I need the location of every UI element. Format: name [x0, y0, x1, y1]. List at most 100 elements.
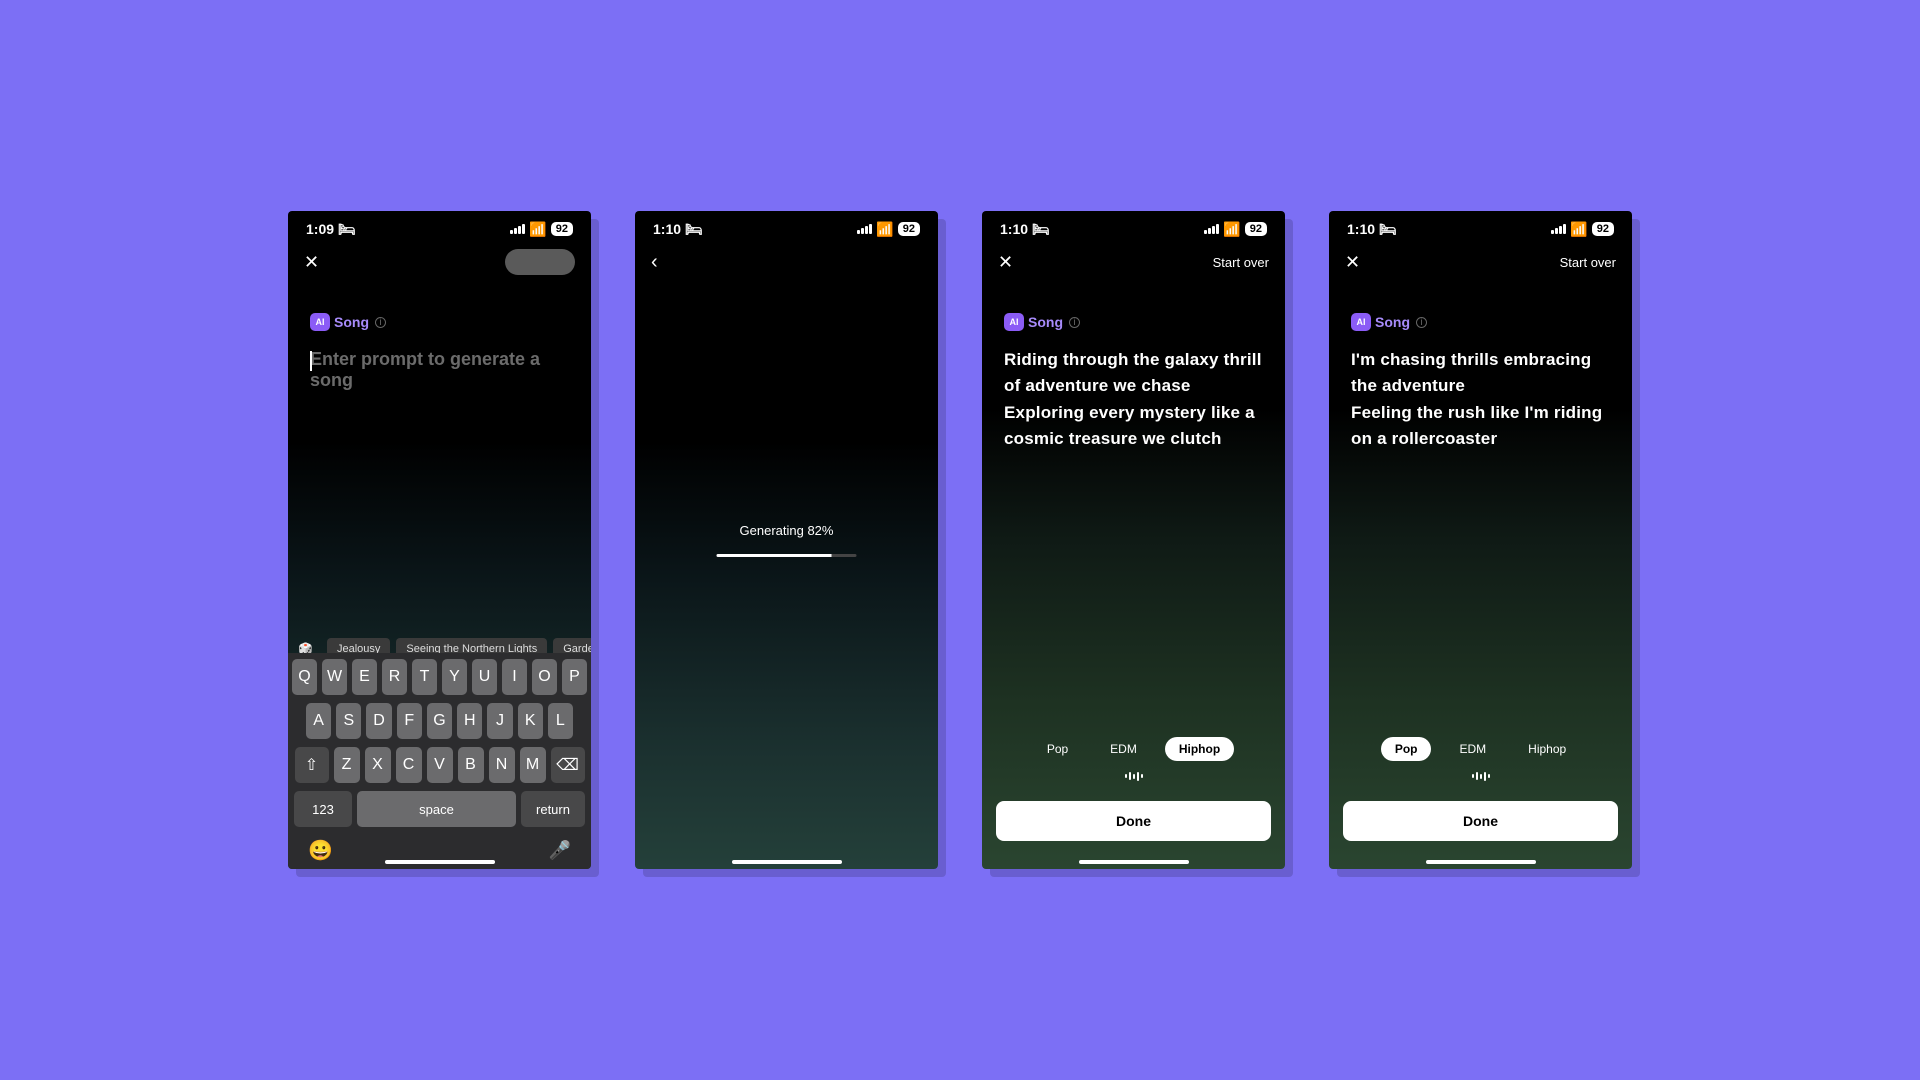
key-m[interactable]: M — [520, 747, 546, 783]
submit-button-disabled — [505, 249, 575, 275]
key-d[interactable]: D — [366, 703, 391, 739]
genre-selector: Pop EDM Hiphop — [982, 737, 1285, 781]
generating-label: Generating 82% — [635, 523, 938, 538]
ai-song-brand: AI Song i — [982, 313, 1285, 331]
info-icon[interactable]: i — [375, 317, 386, 328]
screen-prompt: 1:09🛏 📶 92 ✕ AI Song i Enter prompt to g… — [288, 211, 591, 869]
keyboard-row: ASDFGHJKL — [292, 703, 587, 739]
info-icon[interactable]: i — [1069, 317, 1080, 328]
key-z[interactable]: Z — [334, 747, 360, 783]
nav-bar: ‹ — [635, 241, 938, 283]
key-a[interactable]: A — [306, 703, 331, 739]
signal-icon — [1204, 224, 1219, 234]
shift-key[interactable]: ⇧ — [295, 747, 329, 783]
key-r[interactable]: R — [382, 659, 407, 695]
nav-bar: ✕ Start over — [1329, 241, 1632, 283]
battery-badge: 92 — [1592, 222, 1614, 236]
signal-icon — [857, 224, 872, 234]
home-indicator[interactable] — [1426, 860, 1536, 864]
screen-result-hiphop: 1:10🛏 📶 92 ✕ Start over AI Song i Riding… — [982, 211, 1285, 869]
clock-icon: 🛏 — [338, 221, 356, 238]
key-l[interactable]: L — [548, 703, 573, 739]
emoji-key[interactable]: 😀 — [308, 838, 333, 863]
progress-fill — [717, 554, 832, 557]
time: 1:10 — [1000, 221, 1028, 237]
ai-song-brand: AI Song i — [1329, 313, 1632, 331]
done-button[interactable]: Done — [1343, 801, 1618, 841]
text-cursor — [310, 351, 312, 371]
screen-generating: 1:10🛏 📶 92 ‹ Generating 82% — [635, 211, 938, 869]
ai-badge-icon: AI — [1351, 313, 1371, 331]
close-button[interactable]: ✕ — [998, 252, 1013, 273]
key-j[interactable]: J — [487, 703, 512, 739]
start-over-button[interactable]: Start over — [1560, 255, 1616, 270]
progress-bar — [717, 554, 857, 557]
key-y[interactable]: Y — [442, 659, 467, 695]
time: 1:10 — [653, 221, 681, 237]
key-k[interactable]: K — [518, 703, 543, 739]
key-n[interactable]: N — [489, 747, 515, 783]
key-f[interactable]: F — [397, 703, 422, 739]
home-indicator[interactable] — [1079, 860, 1189, 864]
wifi-icon: 📶 — [1223, 221, 1240, 238]
ai-badge-icon: AI — [1004, 313, 1024, 331]
battery-badge: 92 — [1245, 222, 1267, 236]
wifi-icon: 📶 — [529, 221, 546, 238]
key-s[interactable]: S — [336, 703, 361, 739]
screen-result-pop: 1:10🛏 📶 92 ✕ Start over AI Song i I'm ch… — [1329, 211, 1632, 869]
return-key[interactable]: return — [521, 791, 585, 827]
key-x[interactable]: X — [365, 747, 391, 783]
genre-edm[interactable]: EDM — [1096, 737, 1151, 761]
home-indicator[interactable] — [385, 860, 495, 864]
time: 1:10 — [1347, 221, 1375, 237]
done-button[interactable]: Done — [996, 801, 1271, 841]
genre-hiphop[interactable]: Hiphop — [1165, 737, 1234, 761]
key-i[interactable]: I — [502, 659, 527, 695]
keyboard-fn-row: 123 space return — [292, 791, 587, 827]
close-button[interactable]: ✕ — [304, 252, 319, 273]
status-bar: 1:10🛏 📶 92 — [1329, 211, 1632, 241]
audio-viz-icon — [1472, 771, 1490, 781]
delete-key[interactable]: ⌫ — [551, 747, 585, 783]
back-button[interactable]: ‹ — [651, 251, 658, 274]
battery-badge: 92 — [898, 222, 920, 236]
key-c[interactable]: C — [396, 747, 422, 783]
key-t[interactable]: T — [412, 659, 437, 695]
genre-pop[interactable]: Pop — [1033, 737, 1082, 761]
key-w[interactable]: W — [322, 659, 347, 695]
audio-viz-icon — [1125, 771, 1143, 781]
mic-key[interactable]: 🎤 — [549, 840, 571, 861]
close-button[interactable]: ✕ — [1345, 252, 1360, 273]
info-icon[interactable]: i — [1416, 317, 1427, 328]
key-g[interactable]: G — [427, 703, 452, 739]
key-u[interactable]: U — [472, 659, 497, 695]
key-p[interactable]: P — [562, 659, 587, 695]
key-o[interactable]: O — [532, 659, 557, 695]
genre-selector: Pop EDM Hiphop — [1329, 737, 1632, 781]
genre-edm[interactable]: EDM — [1445, 737, 1500, 761]
key-v[interactable]: V — [427, 747, 453, 783]
home-indicator[interactable] — [732, 860, 842, 864]
signal-icon — [1551, 224, 1566, 234]
start-over-button[interactable]: Start over — [1213, 255, 1269, 270]
nav-bar: ✕ — [288, 241, 591, 283]
space-key[interactable]: space — [357, 791, 516, 827]
genre-pop[interactable]: Pop — [1381, 737, 1432, 761]
keyboard-row: ⇧ ZXCVBNM⌫ — [292, 747, 587, 783]
key-h[interactable]: H — [457, 703, 482, 739]
generating-panel: Generating 82% — [635, 523, 938, 557]
ai-badge-icon: AI — [310, 313, 330, 331]
ai-song-brand: AI Song i — [288, 313, 591, 331]
numbers-key[interactable]: 123 — [294, 791, 352, 827]
battery-badge: 92 — [551, 222, 573, 236]
status-bar: 1:10🛏 📶 92 — [635, 211, 938, 241]
status-bar: 1:09🛏 📶 92 — [288, 211, 591, 241]
prompt-input[interactable]: Enter prompt to generate a song — [288, 349, 591, 391]
wifi-icon: 📶 — [1570, 221, 1587, 238]
key-b[interactable]: B — [458, 747, 484, 783]
key-e[interactable]: E — [352, 659, 377, 695]
key-q[interactable]: Q — [292, 659, 317, 695]
genre-hiphop[interactable]: Hiphop — [1514, 737, 1580, 761]
song-label: Song — [334, 314, 369, 330]
signal-icon — [510, 224, 525, 234]
